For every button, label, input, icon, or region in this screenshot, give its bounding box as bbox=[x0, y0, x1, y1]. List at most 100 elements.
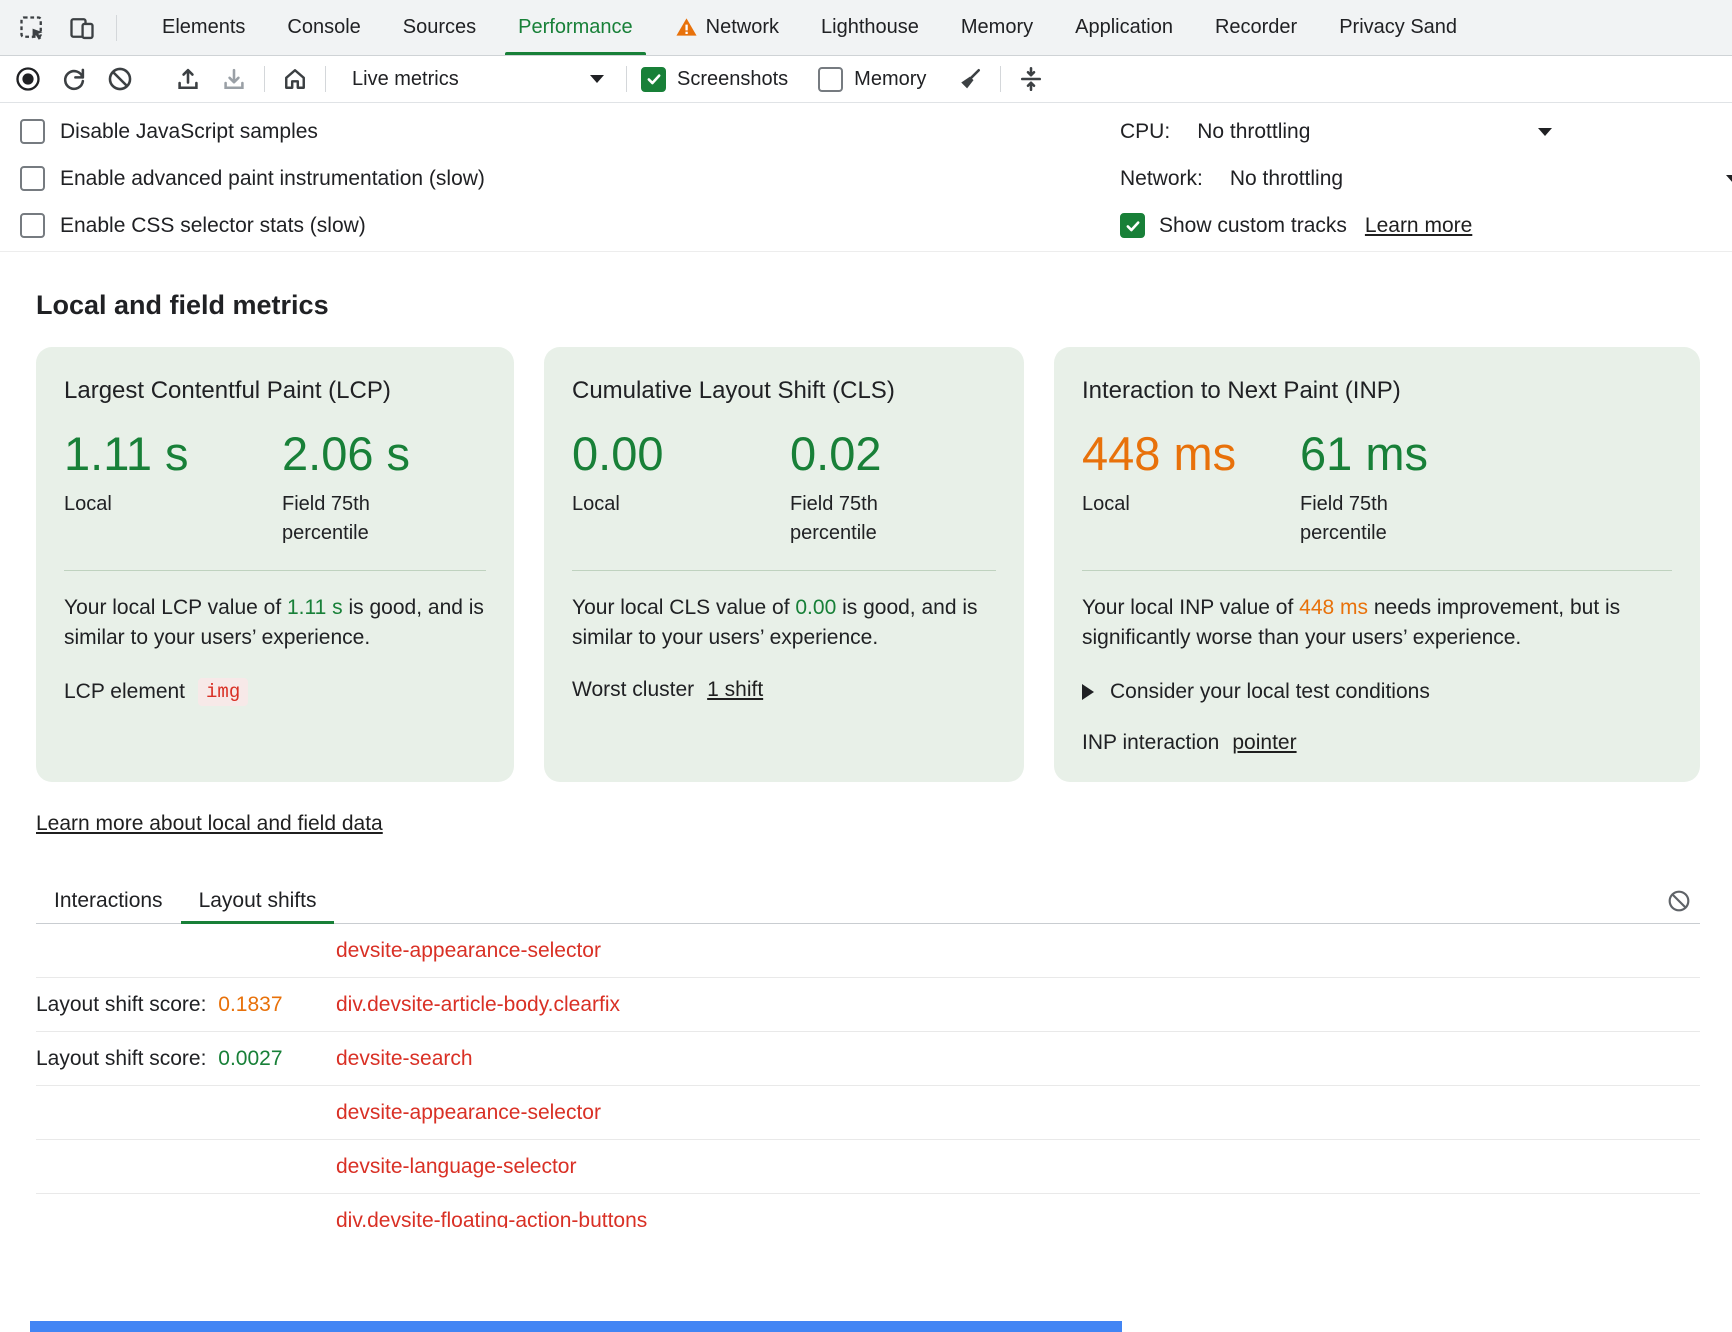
memory-checkbox[interactable]: Memory bbox=[818, 67, 926, 92]
cpu-throttling-row: CPU: No throttling bbox=[1120, 108, 1732, 155]
score-label: Layout shift score: bbox=[36, 1047, 206, 1070]
inp-card-title: Interaction to Next Paint (INP) bbox=[1082, 377, 1672, 405]
download-icon bbox=[220, 65, 248, 93]
cls-worst-cluster-link[interactable]: 1 shift bbox=[707, 678, 763, 702]
garbage-collect-button[interactable] bbox=[954, 63, 986, 95]
tab-sources[interactable]: Sources bbox=[382, 0, 497, 55]
local-test-conditions-expander[interactable]: Consider your local test conditions bbox=[1082, 680, 1672, 704]
tab-lighthouse[interactable]: Lighthouse bbox=[800, 0, 940, 55]
learn-more-link[interactable]: Learn more bbox=[1365, 214, 1472, 238]
inp-local-value: 448 ms bbox=[1082, 429, 1300, 478]
tab-layout-shifts[interactable]: Layout shifts bbox=[181, 878, 335, 923]
logs-section: Interactions Layout shifts devsite-appea… bbox=[36, 878, 1700, 1228]
record-button[interactable] bbox=[12, 63, 44, 95]
cls-description: Your local CLS value of 0.00 is good, an… bbox=[572, 593, 996, 652]
home-button[interactable] bbox=[279, 63, 311, 95]
tab-label: Console bbox=[287, 16, 360, 39]
checkbox-checked-icon bbox=[641, 67, 666, 92]
chevron-down-icon[interactable] bbox=[1726, 175, 1732, 183]
load-profile-button[interactable] bbox=[172, 63, 204, 95]
css-selector-stats-label: Enable CSS selector stats (slow) bbox=[60, 214, 366, 238]
shift-node-link[interactable]: devsite-language-selector bbox=[336, 1155, 576, 1179]
inp-interaction-link[interactable]: pointer bbox=[1232, 731, 1296, 755]
tab-performance[interactable]: Performance bbox=[497, 0, 654, 55]
lcp-local-column: 1.11 s Local bbox=[64, 429, 282, 548]
tab-label: Sources bbox=[403, 16, 476, 39]
save-profile-button[interactable] bbox=[218, 63, 250, 95]
layout-shift-rows: devsite-appearance-selector Layout shift… bbox=[36, 924, 1700, 1228]
horizontal-scrollbar-thumb[interactable] bbox=[30, 1321, 1122, 1332]
memory-label: Memory bbox=[854, 68, 926, 91]
lcp-element-node-link[interactable]: img bbox=[198, 678, 248, 706]
tab-privacy-sandbox[interactable]: Privacy Sand bbox=[1318, 0, 1478, 55]
inp-interaction-label: INP interaction bbox=[1082, 731, 1219, 755]
lcp-desc-value: 1.11 s bbox=[287, 596, 343, 619]
tab-label: Lighthouse bbox=[821, 16, 919, 39]
checkbox-checked-icon[interactable] bbox=[1120, 213, 1145, 238]
divider bbox=[1082, 570, 1672, 571]
shift-node-link[interactable]: devsite-appearance-selector bbox=[336, 939, 601, 963]
tab-label: Recorder bbox=[1215, 16, 1297, 39]
warning-icon bbox=[675, 16, 698, 39]
cls-local-label: Local bbox=[572, 490, 690, 519]
tab-memory[interactable]: Memory bbox=[940, 0, 1054, 55]
cpu-label: CPU: bbox=[1120, 120, 1170, 144]
block-icon bbox=[106, 65, 134, 93]
chevron-down-icon bbox=[590, 75, 604, 83]
inp-local-column: 448 ms Local bbox=[1082, 429, 1300, 548]
network-label: Network: bbox=[1120, 167, 1203, 191]
advanced-paint-checkbox[interactable]: Enable advanced paint instrumentation (s… bbox=[0, 155, 1120, 202]
shift-node-link[interactable]: div.devsite-floating-action-buttons bbox=[336, 1209, 647, 1229]
inp-interaction-row: INP interaction pointer bbox=[1082, 731, 1672, 755]
css-selector-stats-checkbox[interactable]: Enable CSS selector stats (slow) bbox=[0, 202, 1120, 249]
shift-node-link[interactable]: devsite-search bbox=[336, 1047, 473, 1071]
lcp-field-value: 2.06 s bbox=[282, 429, 410, 478]
layout-shift-row: Layout shift score: 0.1837 div.devsite-a… bbox=[36, 978, 1700, 1032]
inspect-cursor-icon bbox=[18, 14, 46, 42]
clear-log-button[interactable] bbox=[1664, 886, 1694, 916]
inp-local-label: Local bbox=[1082, 490, 1200, 519]
tab-interactions[interactable]: Interactions bbox=[36, 878, 181, 923]
clear-recording-button[interactable] bbox=[104, 63, 136, 95]
performance-toolbar: Live metrics Screenshots Memory bbox=[0, 56, 1732, 103]
tab-application[interactable]: Application bbox=[1054, 0, 1194, 55]
layout-shift-row: devsite-language-selector bbox=[36, 1140, 1700, 1194]
cpu-throttling-select[interactable]: No throttling bbox=[1197, 120, 1310, 144]
tab-console[interactable]: Console bbox=[266, 0, 381, 55]
tab-recorder[interactable]: Recorder bbox=[1194, 0, 1318, 55]
disable-js-samples-checkbox[interactable]: Disable JavaScript samples bbox=[0, 108, 1120, 155]
cls-desc-prefix: Your local CLS value of bbox=[572, 596, 790, 619]
tab-label: Application bbox=[1075, 16, 1173, 39]
shift-node-link[interactable]: devsite-appearance-selector bbox=[336, 1101, 601, 1125]
learn-more-local-field-link[interactable]: Learn more about local and field data bbox=[36, 812, 383, 836]
home-icon bbox=[281, 65, 309, 93]
section-title: Local and field metrics bbox=[36, 290, 1700, 321]
device-toolbar-button[interactable] bbox=[66, 12, 98, 44]
tab-elements[interactable]: Elements bbox=[141, 0, 266, 55]
disable-js-samples-label: Disable JavaScript samples bbox=[60, 120, 318, 144]
reload-and-record-button[interactable] bbox=[58, 63, 90, 95]
expand-triangle-icon bbox=[1082, 684, 1094, 700]
chevron-down-icon[interactable] bbox=[1538, 128, 1552, 136]
checkbox-unchecked-icon bbox=[20, 166, 45, 191]
score-value: 0.1837 bbox=[218, 993, 282, 1016]
cls-desc-value: 0.00 bbox=[795, 596, 836, 619]
cls-values: 0.00 Local 0.02 Field 75th percentile bbox=[572, 429, 996, 548]
tab-label: Performance bbox=[518, 16, 633, 39]
shift-node-link[interactable]: div.devsite-article-body.clearfix bbox=[336, 993, 620, 1017]
tab-label: Privacy Sand bbox=[1339, 16, 1457, 39]
network-throttling-select[interactable]: No throttling bbox=[1230, 167, 1343, 191]
tab-network[interactable]: Network bbox=[654, 0, 800, 55]
show-custom-tracks-row: Show custom tracks Learn more bbox=[1120, 202, 1732, 249]
inspect-element-button[interactable] bbox=[16, 12, 48, 44]
lcp-field-column: 2.06 s Field 75th percentile bbox=[282, 429, 410, 548]
inp-values: 448 ms Local 61 ms Field 75th percentile bbox=[1082, 429, 1672, 548]
live-metrics-dropdown[interactable]: Live metrics bbox=[340, 68, 612, 91]
record-icon bbox=[14, 65, 42, 93]
tab-label: Network bbox=[706, 16, 779, 39]
collapse-tracks-button[interactable] bbox=[1015, 63, 1047, 95]
screenshots-checkbox[interactable]: Screenshots bbox=[641, 67, 788, 92]
reload-icon bbox=[60, 65, 88, 93]
live-metrics-label: Live metrics bbox=[352, 68, 459, 91]
checkbox-unchecked-icon bbox=[20, 119, 45, 144]
